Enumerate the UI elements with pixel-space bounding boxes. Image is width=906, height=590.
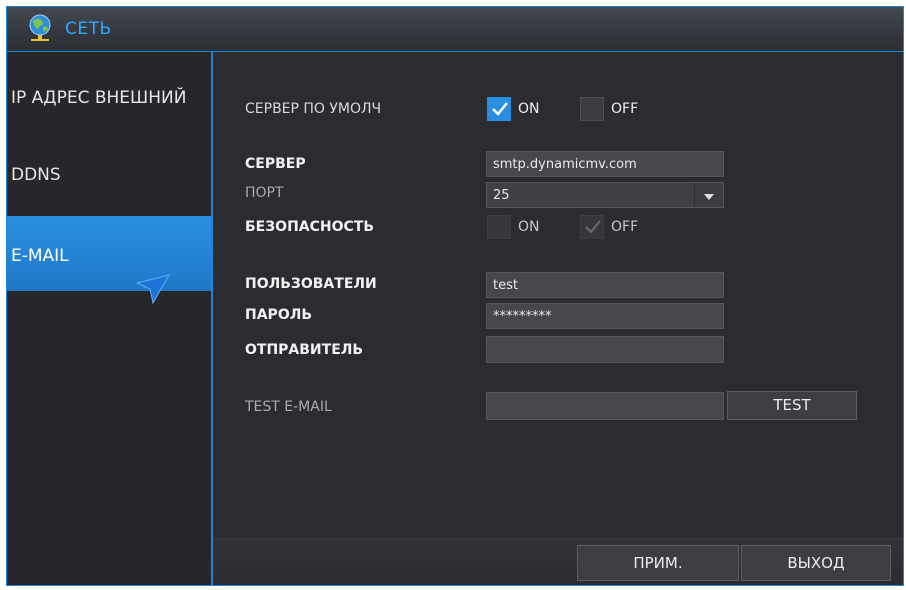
title-bar: СЕТЬ: [7, 7, 903, 52]
default-server-on-label: ON: [518, 101, 540, 117]
network-settings-window: СЕТЬ IP АДРЕС ВНЕШНИЙ DDNS E-MAIL СЕРВЕР…: [6, 6, 904, 586]
network-globe-icon: [25, 13, 55, 43]
security-on-label: ON: [518, 219, 540, 235]
sidebar-item-label: E-MAIL: [11, 246, 69, 266]
sender-input[interactable]: [486, 336, 724, 363]
checkmark-icon: [492, 102, 508, 116]
security-label: БЕЗОПАСНОСТЬ: [245, 219, 375, 235]
sidebar-item-email[interactable]: E-MAIL: [7, 216, 211, 305]
default-server-off-checkbox[interactable]: [580, 97, 604, 121]
password-input[interactable]: *********: [486, 303, 724, 329]
password-label: ПАРОЛЬ: [245, 307, 313, 323]
user-input[interactable]: test: [486, 272, 724, 298]
test-email-input[interactable]: [486, 392, 724, 420]
default-server-label: СЕРВЕР ПО УМОЛЧ: [245, 101, 382, 117]
default-server-off-label: OFF: [611, 101, 639, 117]
test-button[interactable]: TEST: [727, 391, 857, 420]
chevron-down-icon[interactable]: [694, 183, 723, 207]
sidebar-item-ddns[interactable]: DDNS: [7, 165, 211, 185]
apply-button[interactable]: ПРИМ.: [577, 545, 739, 581]
footer-bar: ПРИМ. ВЫХОД: [213, 538, 903, 585]
email-settings-panel: СЕРВЕР ПО УМОЛЧ ON OFF СЕРВЕР smtp.dynam…: [213, 52, 903, 585]
server-label: СЕРВЕР: [245, 156, 306, 172]
port-value: 25: [493, 188, 510, 203]
security-on-checkbox[interactable]: [487, 215, 511, 239]
default-server-on-checkbox[interactable]: [487, 97, 511, 121]
sidebar: IP АДРЕС ВНЕШНИЙ DDNS E-MAIL: [7, 52, 213, 585]
exit-button[interactable]: ВЫХОД: [741, 545, 891, 581]
user-label: ПОЛЬЗОВАТЕЛИ: [245, 276, 377, 292]
security-off-checkbox[interactable]: [580, 215, 604, 239]
checkmark-icon: [585, 220, 601, 234]
server-input[interactable]: smtp.dynamicmv.com: [486, 151, 724, 177]
sidebar-item-ip-address[interactable]: IP АДРЕС ВНЕШНИЙ: [7, 88, 211, 108]
security-off-label: OFF: [611, 219, 639, 235]
port-select[interactable]: 25: [486, 182, 724, 208]
port-label: ПОРТ: [245, 185, 284, 201]
test-email-label: TEST E-MAIL: [245, 399, 332, 415]
mouse-cursor-icon: [135, 273, 171, 309]
sender-label: ОТПРАВИТЕЛЬ: [245, 342, 364, 358]
window-title: СЕТЬ: [65, 19, 112, 39]
